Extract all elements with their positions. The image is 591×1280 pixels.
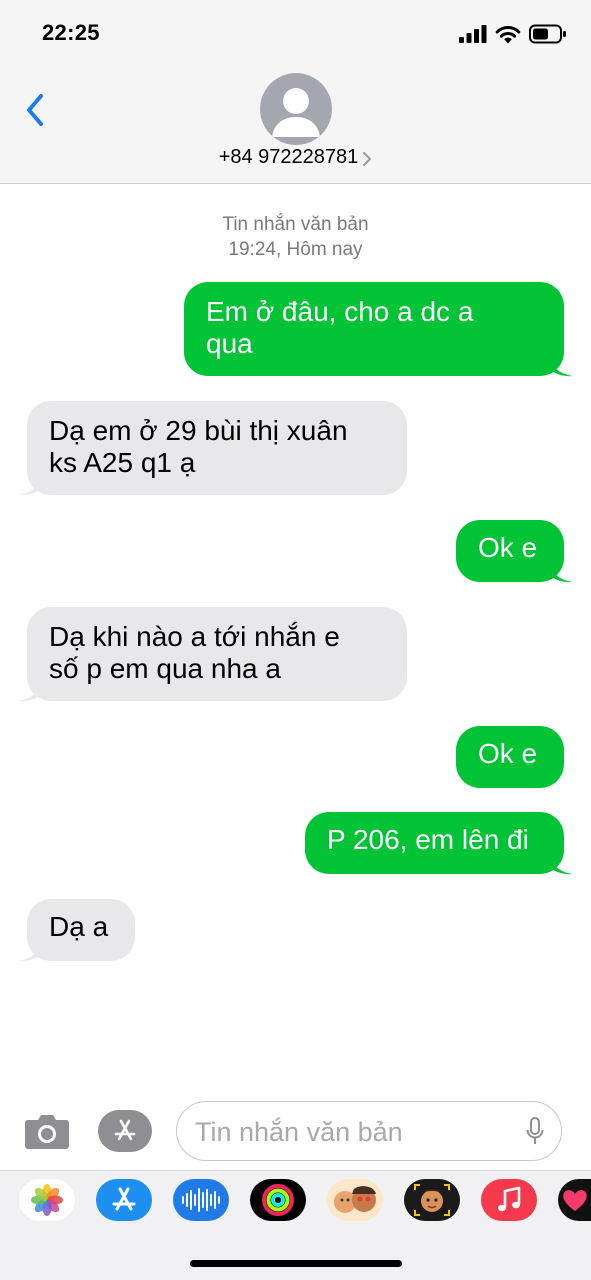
camera-button[interactable] bbox=[24, 1112, 70, 1150]
message-bubble-incoming[interactable]: Dạ khi nào a tới nhắn e số p em qua nha … bbox=[18, 607, 407, 702]
message-line: ks A25 q1 ạ bbox=[49, 447, 196, 478]
contact-name-button[interactable]: +84 972228781 bbox=[0, 146, 591, 169]
message-line: số p em qua nha a bbox=[49, 653, 281, 684]
message-line: Dạ khi nào a tới nhắn e bbox=[49, 621, 340, 652]
photos-icon bbox=[31, 1184, 63, 1216]
cellular-signal-icon bbox=[459, 25, 487, 43]
activity-rings-icon bbox=[262, 1184, 294, 1216]
message-line: Ok e bbox=[478, 738, 538, 769]
conversation-timestamp: Tin nhắn văn bản 19:24, Hôm nay bbox=[0, 212, 591, 262]
app-store-app-button[interactable] bbox=[96, 1179, 152, 1221]
contact-name: +84 972228781 bbox=[218, 146, 359, 168]
memoji-stickers-app-button[interactable] bbox=[327, 1179, 383, 1221]
wifi-icon bbox=[495, 25, 521, 43]
message-input[interactable] bbox=[195, 1114, 515, 1150]
chevron-right-icon bbox=[363, 151, 372, 166]
message-time-label: 19:24, Hôm nay bbox=[228, 239, 363, 260]
message-line: P 206, em lên đi bbox=[327, 824, 529, 855]
app-store-icon bbox=[112, 1187, 136, 1211]
memoji-stickers-icon bbox=[334, 1186, 376, 1213]
home-indicator[interactable] bbox=[190, 1260, 402, 1267]
audio-message-app-button[interactable] bbox=[173, 1179, 229, 1221]
message-line: qua bbox=[206, 328, 253, 359]
message-input-field[interactable] bbox=[176, 1101, 562, 1161]
message-bubble-incoming[interactable]: Dạ a bbox=[18, 899, 135, 962]
digital-touch-app-button[interactable] bbox=[558, 1179, 591, 1221]
status-icons bbox=[459, 24, 567, 44]
animoji-app-button[interactable] bbox=[404, 1179, 460, 1221]
message-line: Em ở đâu, cho a dc a bbox=[206, 296, 474, 327]
animoji-icon bbox=[414, 1184, 450, 1216]
microphone-icon[interactable] bbox=[525, 1117, 545, 1147]
camera-icon bbox=[25, 1115, 69, 1149]
bubble-tail bbox=[18, 940, 42, 962]
message-type-label: Tin nhắn văn bản bbox=[222, 214, 369, 235]
message-bubble-outgoing[interactable]: Em ở đâu, cho a dc a qua bbox=[184, 282, 573, 377]
bubble-tail bbox=[18, 474, 42, 496]
bubble-tail bbox=[18, 680, 42, 702]
message-bubble-outgoing[interactable]: Ok e bbox=[456, 726, 564, 788]
music-note-icon bbox=[498, 1186, 521, 1212]
status-time: 22:25 bbox=[42, 20, 100, 45]
status-bar: 22:25 bbox=[0, 0, 591, 62]
bubble-tail bbox=[549, 355, 573, 377]
message-line: Dạ em ở 29 bùi thị xuân bbox=[49, 415, 348, 446]
battery-icon bbox=[529, 24, 566, 44]
message-bubble-outgoing[interactable]: P 206, em lên đi bbox=[305, 812, 573, 875]
person-icon bbox=[272, 88, 320, 137]
bubble-tail bbox=[549, 561, 573, 583]
music-app-button[interactable] bbox=[481, 1179, 537, 1221]
conversation-header: +84 972228781 bbox=[0, 62, 591, 184]
bubble-tail bbox=[549, 853, 573, 875]
chevron-left-icon bbox=[27, 94, 43, 126]
app-store-button[interactable] bbox=[98, 1110, 152, 1152]
heart-icon bbox=[562, 1190, 587, 1211]
photos-app-button[interactable] bbox=[19, 1179, 75, 1221]
app-store-icon bbox=[114, 1119, 136, 1141]
message-line: Dạ a bbox=[49, 911, 109, 942]
message-bubble-outgoing[interactable]: Ok e bbox=[456, 520, 573, 583]
waveform-icon bbox=[182, 1188, 220, 1212]
contact-avatar[interactable] bbox=[260, 73, 332, 145]
message-line: Ok e bbox=[478, 532, 538, 563]
message-bubble-incoming[interactable]: Dạ em ở 29 bùi thị xuân ks A25 q1 ạ bbox=[18, 401, 407, 496]
back-button[interactable] bbox=[18, 90, 52, 130]
activity-app-button[interactable] bbox=[250, 1179, 306, 1221]
